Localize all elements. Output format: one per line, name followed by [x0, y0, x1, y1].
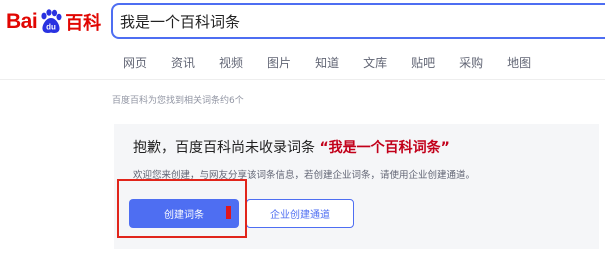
tab-news[interactable]: 资讯 [171, 54, 195, 71]
tab-map[interactable]: 地图 [507, 54, 531, 71]
tab-tieba[interactable]: 贴吧 [411, 54, 435, 71]
search-box[interactable] [111, 3, 605, 39]
enterprise-create-button[interactable]: 企业创建通道 [246, 199, 354, 228]
logo-text-bai: Bai [6, 10, 38, 33]
annotation-marker [226, 206, 231, 219]
apology-prefix: 抱歉，百度百科尚未收录词条 [133, 140, 315, 156]
svg-text:du: du [46, 23, 56, 32]
apology-message: 抱歉，百度百科尚未收录词条 “我是一个百科词条” [133, 137, 450, 157]
tab-webpage[interactable]: 网页 [123, 54, 147, 71]
tab-zhidao[interactable]: 知道 [315, 54, 339, 71]
logo-text-baike: 百科 [65, 13, 102, 34]
result-count: 百度百科为您找到相关词条约6个 [112, 96, 244, 106]
missing-term: “我是一个百科词条” [319, 140, 450, 156]
tab-images[interactable]: 图片 [267, 54, 291, 71]
nav-divider [0, 79, 605, 80]
tab-video[interactable]: 视频 [219, 54, 243, 71]
nav-tabs: 网页 资讯 视频 图片 知道 文库 贴吧 采购 地图 [112, 54, 555, 71]
create-entry-button[interactable]: 创建词条 [129, 199, 239, 228]
paw-icon: du [41, 9, 62, 33]
create-invitation-text: 欢迎您来创建，与网友分享该词条信息，若创建企业词条，请使用企业创建通道。 [133, 170, 476, 181]
baidu-baike-logo[interactable]: Bai du 百科 [6, 7, 101, 37]
tab-caigou[interactable]: 采购 [459, 54, 483, 71]
tab-wenku[interactable]: 文库 [363, 54, 387, 71]
search-input[interactable] [113, 5, 605, 37]
